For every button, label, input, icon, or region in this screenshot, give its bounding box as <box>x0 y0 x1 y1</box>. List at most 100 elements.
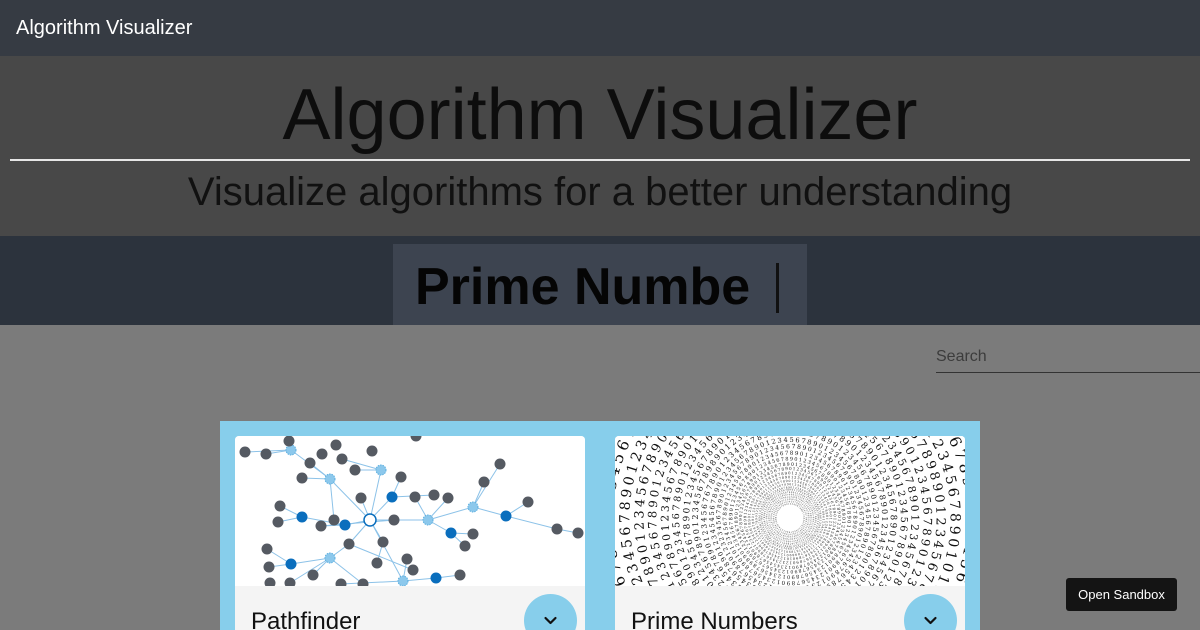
svg-text:7: 7 <box>671 504 683 511</box>
svg-text:2: 2 <box>871 507 880 512</box>
svg-text:1: 1 <box>880 516 889 521</box>
svg-text:0: 0 <box>790 568 793 574</box>
svg-text:9: 9 <box>747 519 751 521</box>
svg-text:6: 6 <box>897 525 909 532</box>
svg-text:2: 2 <box>691 515 700 520</box>
svg-text:0: 0 <box>751 516 755 518</box>
svg-text:0: 0 <box>747 516 751 518</box>
svg-text:1: 1 <box>829 518 833 520</box>
hero-banner: Algorithm Visualizer Visualize algorithm… <box>0 56 1200 236</box>
svg-text:4: 4 <box>633 498 649 508</box>
typewriter-band: Prime Numbe <box>0 236 1200 325</box>
svg-text:7: 7 <box>729 521 735 525</box>
svg-text:5: 5 <box>864 514 872 518</box>
svg-text:0: 0 <box>682 507 692 514</box>
svg-text:1: 1 <box>932 506 947 515</box>
svg-text:9: 9 <box>729 513 735 517</box>
svg-text:0: 0 <box>791 462 794 468</box>
svg-text:8: 8 <box>947 513 963 522</box>
svg-text:8: 8 <box>888 515 898 521</box>
hero-title: Algorithm Visualizer <box>282 75 918 155</box>
typewriter-text: Prime Numbe <box>415 258 751 316</box>
svg-text:9: 9 <box>734 516 740 519</box>
svg-text:3: 3 <box>632 510 647 518</box>
chevron-down-icon <box>924 616 937 625</box>
svg-text:4: 4 <box>898 508 909 515</box>
svg-text:7: 7 <box>887 506 897 512</box>
svg-text:2: 2 <box>908 524 920 532</box>
svg-text:0: 0 <box>825 515 829 517</box>
svg-text:5: 5 <box>789 436 793 444</box>
svg-text:3: 3 <box>660 505 672 513</box>
expand-button[interactable] <box>524 594 577 630</box>
svg-text:7: 7 <box>791 443 795 450</box>
svg-text:9: 9 <box>751 519 755 521</box>
svg-text:6: 6 <box>618 526 635 536</box>
svg-text:8: 8 <box>785 457 788 463</box>
svg-text:9: 9 <box>845 516 851 519</box>
card-footer: Prime Numbers <box>615 586 965 630</box>
svg-text:9: 9 <box>787 462 790 468</box>
svg-text:8: 8 <box>857 522 864 527</box>
open-sandbox-button[interactable]: Open Sandbox <box>1066 578 1177 611</box>
card-pathfinder[interactable]: Pathfinder <box>235 436 585 630</box>
svg-text:2: 2 <box>963 518 965 528</box>
expand-button[interactable] <box>904 594 957 630</box>
typewriter-cursor <box>776 263 779 313</box>
svg-text:1: 1 <box>825 518 829 520</box>
svg-text:1: 1 <box>782 573 786 579</box>
svg-text:6: 6 <box>864 520 872 525</box>
svg-text:4: 4 <box>871 520 880 526</box>
svg-text:8: 8 <box>790 451 794 457</box>
svg-text:8: 8 <box>845 511 851 515</box>
card-prime-numbers[interactable]: 0123456789012345678901234567890123456789… <box>615 436 965 630</box>
svg-text:5: 5 <box>708 511 716 516</box>
svg-text:1: 1 <box>790 557 792 561</box>
svg-text:7: 7 <box>723 517 729 521</box>
svg-text:8: 8 <box>617 501 634 511</box>
graph-network-thumbnail <box>235 436 585 586</box>
svg-text:0: 0 <box>845 520 851 524</box>
navbar-brand[interactable]: Algorithm Visualizer <box>16 17 192 40</box>
svg-text:0: 0 <box>793 556 796 560</box>
svg-text:8: 8 <box>851 515 857 519</box>
svg-text:4: 4 <box>699 517 708 522</box>
svg-text:4: 4 <box>864 508 872 513</box>
svg-text:6: 6 <box>671 513 682 519</box>
svg-text:4: 4 <box>783 436 788 444</box>
hero-divider <box>10 159 1190 161</box>
svg-text:1: 1 <box>791 470 794 475</box>
svg-text:0: 0 <box>787 573 790 579</box>
svg-text:0: 0 <box>788 475 790 479</box>
svg-text:9: 9 <box>887 522 897 528</box>
svg-text:0: 0 <box>788 479 790 483</box>
svg-text:1: 1 <box>789 561 792 566</box>
svg-text:8: 8 <box>728 517 734 520</box>
typewriter-box: Prime Numbe <box>393 244 807 325</box>
svg-text:9: 9 <box>789 553 791 557</box>
navbar: Algorithm Visualizer <box>0 0 1200 56</box>
card-title: Prime Numbers <box>631 608 798 630</box>
svg-text:1: 1 <box>833 518 838 521</box>
svg-text:8: 8 <box>734 520 740 523</box>
svg-text:1: 1 <box>615 508 617 518</box>
svg-text:2: 2 <box>932 517 947 525</box>
svg-text:1: 1 <box>962 504 965 515</box>
svg-text:4: 4 <box>708 517 716 521</box>
svg-text:6: 6 <box>857 511 864 515</box>
svg-text:6: 6 <box>795 436 800 444</box>
svg-text:5: 5 <box>898 517 909 523</box>
svg-text:9: 9 <box>791 573 794 579</box>
svg-text:2: 2 <box>659 515 671 522</box>
svg-text:6: 6 <box>786 443 790 450</box>
svg-text:8: 8 <box>682 523 692 529</box>
svg-text:1: 1 <box>786 568 789 574</box>
chevron-down-icon <box>544 616 557 625</box>
svg-text:3: 3 <box>872 514 881 519</box>
svg-text:0: 0 <box>794 457 798 463</box>
svg-text:7: 7 <box>858 517 865 521</box>
svg-text:5: 5 <box>671 522 682 529</box>
svg-text:0: 0 <box>615 522 618 533</box>
search-input[interactable] <box>936 343 1200 371</box>
svg-text:0: 0 <box>908 504 921 512</box>
